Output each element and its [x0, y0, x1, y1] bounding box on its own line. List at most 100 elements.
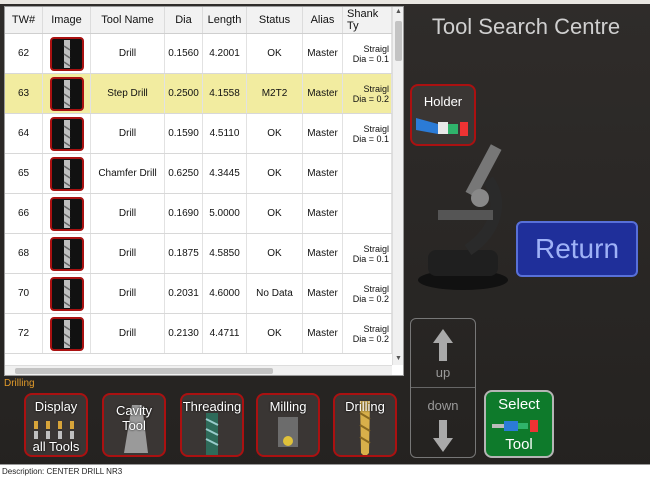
table-row[interactable]: 62 Drill 0.1560 4.2001 OK Master Straigl Dia = …: [5, 34, 392, 74]
return-button[interactable]: Return: [516, 221, 638, 277]
category-label: Drilling: [4, 378, 35, 389]
cell-tw: 62: [5, 34, 43, 73]
tool-holder-icon: [416, 118, 468, 136]
header-tw[interactable]: TW#: [5, 7, 43, 33]
table-row[interactable]: 64 Drill 0.1590 4.5110 OK Master Straigl Dia = …: [5, 114, 392, 154]
cell-tw: 66: [5, 194, 43, 233]
scroll-down-arrow-icon[interactable]: ▼: [395, 355, 402, 362]
down-arrow-icon: [433, 420, 453, 452]
cell-image: [43, 74, 91, 113]
cell-tool-name: Chamfer Drill: [91, 154, 165, 193]
cell-length: 4.5850: [203, 234, 247, 273]
cell-dia: 0.2130: [165, 314, 203, 353]
header-alias[interactable]: Alias: [303, 7, 343, 33]
vertical-scrollbar[interactable]: ▲ ▼: [392, 7, 403, 365]
header-tool-name[interactable]: Tool Name: [91, 7, 165, 33]
drill-bit-thumbnail-icon: [49, 276, 84, 311]
threading-button[interactable]: Threading: [180, 393, 244, 457]
cell-image: [43, 274, 91, 313]
cell-length: 4.4711: [203, 314, 247, 353]
cell-status: No Data: [247, 274, 303, 313]
drill-bit-thumbnail-icon: [49, 36, 84, 71]
cell-length: 4.2001: [203, 34, 247, 73]
cell-alias: Master: [303, 154, 343, 193]
milling-label: Milling: [269, 399, 307, 414]
horizontal-scrollbar[interactable]: [5, 365, 392, 375]
top-strip: [0, 0, 650, 4]
cell-image: [43, 154, 91, 193]
cell-status: OK: [247, 194, 303, 233]
select-tool-button[interactable]: Select Tool: [484, 390, 554, 458]
header-length[interactable]: Length: [203, 7, 247, 33]
display-all-tools-button[interactable]: Display all Tools: [24, 393, 88, 457]
holder-label: Holder: [423, 94, 463, 109]
cell-shank-type: Straigl Dia = 0.1: [343, 114, 392, 153]
cell-alias: Master: [303, 274, 343, 313]
drilling-button[interactable]: Drilling: [333, 393, 397, 457]
cell-tw: 63: [5, 74, 43, 113]
up-down-control: up down: [410, 318, 476, 458]
shank-dia-text: Dia = 0.2: [352, 293, 389, 304]
vertical-scroll-thumb[interactable]: [395, 21, 402, 61]
description-text: Description: CENTER DRILL NR3: [2, 467, 123, 476]
table-row[interactable]: 70 Drill 0.2031 4.6000 No Data Master Straigl D…: [5, 274, 392, 314]
header-shank-type[interactable]: Shank Ty: [343, 7, 392, 33]
cell-shank-type: [343, 194, 392, 233]
cell-alias: Master: [303, 314, 343, 353]
tool-search-app: TW# Image Tool Name Dia Length Status Al…: [0, 0, 650, 490]
cell-dia: 0.1560: [165, 34, 203, 73]
milling-button[interactable]: Milling: [256, 393, 320, 457]
cell-shank-type: Straigl Dia = 0.2: [343, 314, 392, 353]
cell-tool-name: Drill: [91, 194, 165, 233]
cell-image: [43, 114, 91, 153]
header-dia[interactable]: Dia: [165, 7, 203, 33]
cell-status: OK: [247, 34, 303, 73]
cell-alias: Master: [303, 194, 343, 233]
drill-bit-thumbnail-icon: [49, 76, 84, 111]
drill-bit-thumbnail-icon: [49, 236, 84, 271]
cavity-tool-button[interactable]: Cavity Tool: [102, 393, 166, 457]
cell-status: OK: [247, 114, 303, 153]
cell-tool-name: Drill: [91, 274, 165, 313]
up-label: up: [435, 365, 451, 380]
cell-shank-type: Straigl Dia = 0.1: [343, 234, 392, 273]
drill-bit-thumbnail-icon: [49, 116, 84, 151]
horizontal-scroll-thumb[interactable]: [15, 368, 273, 374]
table-row[interactable]: 66 Drill 0.1690 5.0000 OK Master: [5, 194, 392, 234]
description-bar: Description: CENTER DRILL NR3: [0, 464, 650, 490]
cell-image: [43, 234, 91, 273]
cell-alias: Master: [303, 114, 343, 153]
header-image[interactable]: Image: [43, 7, 91, 33]
cell-shank-type: [343, 154, 392, 193]
cell-shank-type: Straigl Dia = 0.2: [343, 274, 392, 313]
microscope-icon: [418, 144, 508, 290]
shank-dia-text: Dia = 0.2: [352, 333, 389, 344]
table-row[interactable]: 65 Chamfer Drill 0.6250 4.3445 OK Master: [5, 154, 392, 194]
shank-type-text: Straigl: [363, 323, 389, 334]
up-button[interactable]: up: [411, 319, 475, 387]
cell-length: 4.1558: [203, 74, 247, 113]
cell-dia: 0.1875: [165, 234, 203, 273]
scroll-up-arrow-icon[interactable]: ▲: [395, 8, 402, 15]
drill-bit-thumbnail-icon: [49, 156, 84, 191]
up-arrow-icon: [433, 329, 453, 361]
cavity-label: Cavity Tool: [115, 403, 153, 433]
page-title: Tool Search Centre: [431, 14, 621, 39]
tools-table[interactable]: TW# Image Tool Name Dia Length Status Al…: [4, 6, 404, 376]
holder-button[interactable]: Holder: [410, 84, 476, 146]
cell-tool-name: Drill: [91, 314, 165, 353]
cell-shank-type: Straigl Dia = 0.1: [343, 34, 392, 73]
shank-dia-text: Dia = 0.1: [352, 53, 389, 64]
cell-dia: 0.6250: [165, 154, 203, 193]
table-row[interactable]: 72 Drill 0.2130 4.4711 OK Master Straigl Dia = …: [5, 314, 392, 354]
down-button[interactable]: down: [411, 387, 475, 458]
cell-length: 4.3445: [203, 154, 247, 193]
shank-type-text: Straigl: [363, 43, 389, 54]
cell-status: M2T2: [247, 74, 303, 113]
header-status[interactable]: Status: [247, 7, 303, 33]
table-row[interactable]: 63 Step Drill 0.2500 4.1558 M2T2 Master Straig…: [5, 74, 392, 114]
cell-dia: 0.1690: [165, 194, 203, 233]
shank-type-text: Straigl: [363, 243, 389, 254]
table-row[interactable]: 68 Drill 0.1875 4.5850 OK Master Straigl Dia = …: [5, 234, 392, 274]
table-body: 62 Drill 0.1560 4.2001 OK Master Straigl Dia = …: [5, 34, 392, 354]
